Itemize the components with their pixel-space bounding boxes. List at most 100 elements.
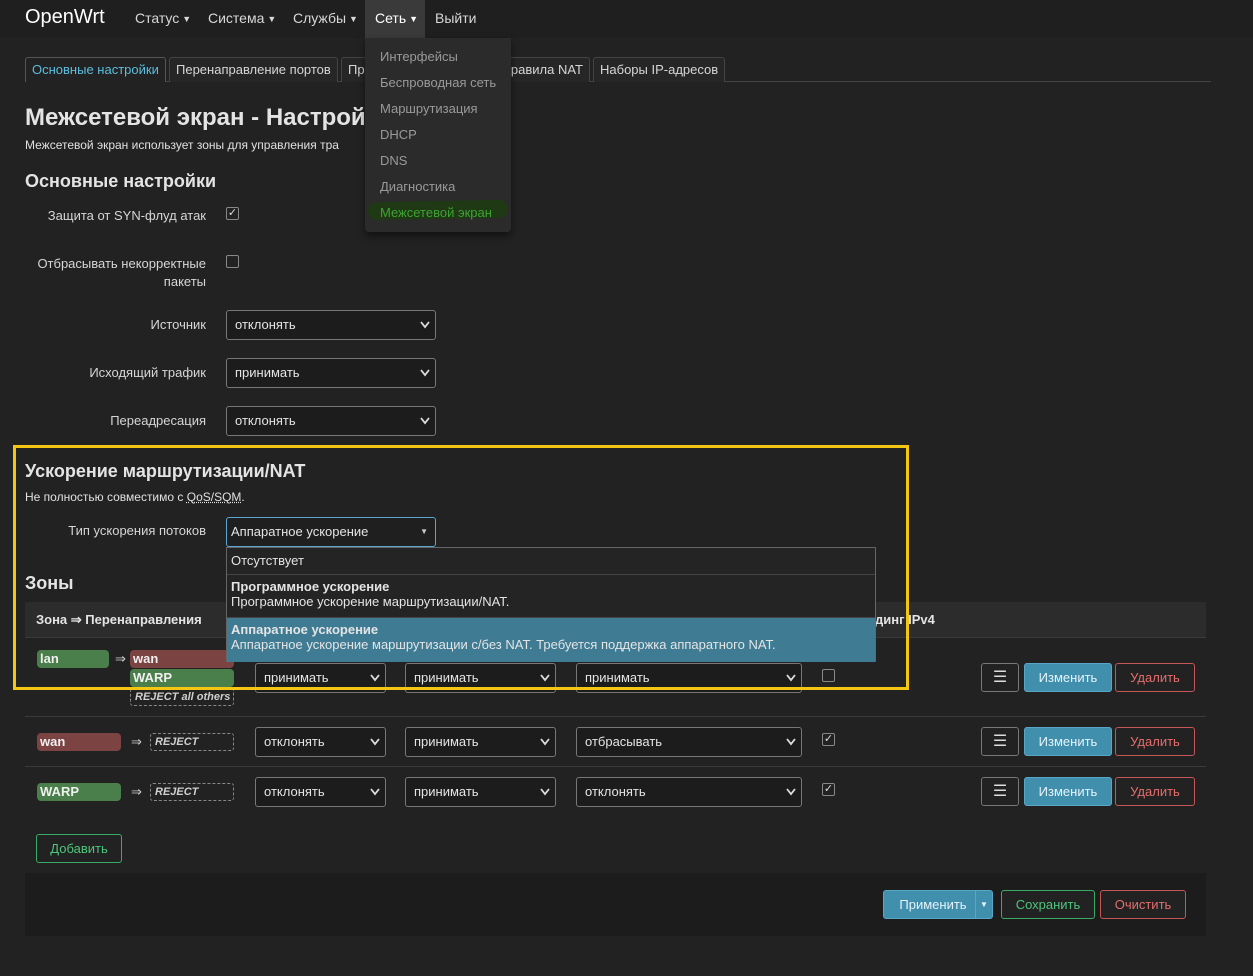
chevron-down-icon xyxy=(420,311,430,339)
zone-wan-forward-select[interactable]: отбрасывать xyxy=(576,727,802,757)
chevron-down-icon xyxy=(420,359,430,387)
zone-lan-forward-select[interactable]: принимать xyxy=(576,663,802,693)
output-policy-select[interactable]: принимать xyxy=(226,358,436,388)
row-divider xyxy=(25,766,1206,767)
drop-invalid-checkbox[interactable] xyxy=(226,255,239,268)
apply-options-button[interactable]: ▼ xyxy=(975,890,993,919)
zone-lan-menu-button[interactable]: ☰ xyxy=(981,663,1019,692)
input-policy-select[interactable]: отклонять xyxy=(226,310,436,340)
forward-policy-value: отклонять xyxy=(235,413,296,428)
zone-warp-output-select[interactable]: принимать xyxy=(405,777,556,807)
nav-status-label: Статус xyxy=(135,10,180,26)
chevron-down-icon: ▼ xyxy=(349,14,358,24)
tab-ipsets[interactable]: Наборы IP-адресов xyxy=(593,57,726,82)
offload-note-period: . xyxy=(241,490,245,504)
caret-down-icon: ▼ xyxy=(980,900,988,909)
zone-lan-output-value: принимать xyxy=(414,670,479,685)
nav-network[interactable]: Сеть ▼ xyxy=(365,0,425,38)
menu-item-diagnostics[interactable]: Диагностика xyxy=(380,179,455,194)
zone-warp-masq-checkbox[interactable]: ✓ xyxy=(822,783,835,796)
tab-general[interactable]: Основные настройки xyxy=(25,57,166,82)
reject-others-badge: REJECT all others xyxy=(130,688,234,706)
zone-warp-edit-button[interactable]: Изменить xyxy=(1024,777,1112,806)
option-hardware-desc: Аппаратное ускорение маршрутизации с/без… xyxy=(231,637,776,652)
zone-warp-forward-select[interactable]: отклонять xyxy=(576,777,802,807)
forward-policy-label: Переадресация xyxy=(110,413,206,428)
output-policy-label: Исходящий трафик xyxy=(89,365,206,380)
zone-wan-output-select[interactable]: принимать xyxy=(405,727,556,757)
option-software[interactable]: Программное ускорение Программное ускоре… xyxy=(227,579,875,609)
menu-icon: ☰ xyxy=(992,783,1008,800)
brand-logo[interactable]: OpenWrt xyxy=(25,6,105,29)
chevron-down-icon xyxy=(370,664,380,692)
caret-down-icon: ▼ xyxy=(420,527,428,536)
chevron-down-icon xyxy=(786,664,796,692)
menu-item-firewall-label: Межсетевой экран xyxy=(380,205,492,220)
option-none[interactable]: Отсутствует xyxy=(227,553,875,568)
zones-heading: Зоны xyxy=(25,573,74,593)
option-software-desc: Программное ускорение маршрутизации/NAT. xyxy=(231,594,510,609)
reject-badge: REJECT xyxy=(150,783,234,801)
page-title: Межсетевой экран - Настрой xyxy=(25,104,366,131)
option-hardware[interactable]: Аппаратное ускорение Аппаратное ускорени… xyxy=(227,618,875,662)
apply-button[interactable]: Применить xyxy=(883,890,983,919)
zone-wan-edit-button[interactable]: Изменить xyxy=(1024,727,1112,756)
chevron-down-icon xyxy=(540,778,550,806)
reject-badge: REJECT xyxy=(150,733,234,751)
menu-icon: ☰ xyxy=(992,733,1008,750)
offload-heading: Ускорение маршрутизации/NAT xyxy=(25,461,306,481)
zone-warp-input-select[interactable]: отклонять xyxy=(255,777,386,807)
offload-note: Не полностью совместимо с QoS/SQM. xyxy=(25,490,245,504)
reset-button[interactable]: Очистить xyxy=(1100,890,1186,919)
nav-status[interactable]: Статус ▼ xyxy=(125,0,201,38)
network-dropdown-menu: Интерфейсы Беспроводная сеть Маршрутизац… xyxy=(365,38,511,232)
nav-services[interactable]: Службы ▼ xyxy=(283,0,368,38)
offload-note-text: Не полностью совместимо с xyxy=(25,490,187,504)
menu-item-wireless[interactable]: Беспроводная сеть xyxy=(380,75,496,90)
offload-type-value: Аппаратное ускорение xyxy=(231,524,369,539)
zone-lan-input-select[interactable]: принимать xyxy=(255,663,386,693)
forward-arrow: ⇒ xyxy=(131,784,142,799)
zone-lan-delete-button[interactable]: Удалить xyxy=(1115,663,1195,692)
syn-flood-label: Защита от SYN-флуд атак xyxy=(47,208,206,223)
menu-item-dns[interactable]: DNS xyxy=(380,153,407,168)
menu-item-interfaces[interactable]: Интерфейсы xyxy=(380,49,458,64)
chevron-down-icon: ▼ xyxy=(182,14,192,24)
tab-port-forwards[interactable]: Перенаправление портов xyxy=(169,57,338,82)
zone-wan-delete-button[interactable]: Удалить xyxy=(1115,727,1195,756)
row-divider xyxy=(25,716,1206,717)
zone-lan-edit-button[interactable]: Изменить xyxy=(1024,663,1112,692)
chevron-down-icon: ▼ xyxy=(267,14,277,24)
zone-lan-forward-value: принимать xyxy=(585,670,650,685)
drop-invalid-label: Отбрасывать некорректные пакеты xyxy=(20,255,206,291)
menu-icon: ☰ xyxy=(992,669,1008,686)
syn-flood-checkbox[interactable]: ✓ xyxy=(226,207,239,220)
forward-badge-warp: WARP xyxy=(130,669,234,687)
menu-item-dhcp[interactable]: DHCP xyxy=(380,127,417,142)
drop-invalid-label-line2: пакеты xyxy=(163,274,206,289)
nav-logout[interactable]: Выйти xyxy=(425,0,486,38)
zone-lan-output-select[interactable]: принимать xyxy=(405,663,556,693)
add-zone-button[interactable]: Добавить xyxy=(36,834,122,863)
zone-wan-menu-button[interactable]: ☰ xyxy=(981,727,1019,756)
zone-badge-wan: wan xyxy=(37,733,121,751)
zone-warp-delete-button[interactable]: Удалить xyxy=(1115,777,1195,806)
zone-lan-masq-checkbox[interactable] xyxy=(822,669,835,682)
qos-sqm-link[interactable]: QoS/SQM xyxy=(187,490,242,504)
zone-warp-menu-button[interactable]: ☰ xyxy=(981,777,1019,806)
option-hardware-title: Аппаратное ускорение xyxy=(231,622,379,637)
menu-item-routing[interactable]: Маршрутизация xyxy=(380,101,478,116)
zone-wan-input-select[interactable]: отклонять xyxy=(255,727,386,757)
nav-system[interactable]: Система ▼ xyxy=(198,0,286,38)
nav-system-label: Система xyxy=(208,10,265,26)
forward-arrow: ⇒ xyxy=(115,651,126,666)
save-button[interactable]: Сохранить xyxy=(1001,890,1095,919)
menu-item-firewall[interactable]: Межсетевой экран xyxy=(367,199,509,221)
offload-type-label: Тип ускорения потоков xyxy=(68,523,206,538)
zone-wan-masq-checkbox[interactable]: ✓ xyxy=(822,733,835,746)
chevron-down-icon xyxy=(420,407,430,435)
output-policy-value: принимать xyxy=(235,365,300,380)
offload-type-select[interactable]: Аппаратное ускорение ▼ xyxy=(226,517,436,547)
offload-type-options: Отсутствует Программное ускорение Програ… xyxy=(226,547,876,662)
forward-policy-select[interactable]: отклонять xyxy=(226,406,436,436)
